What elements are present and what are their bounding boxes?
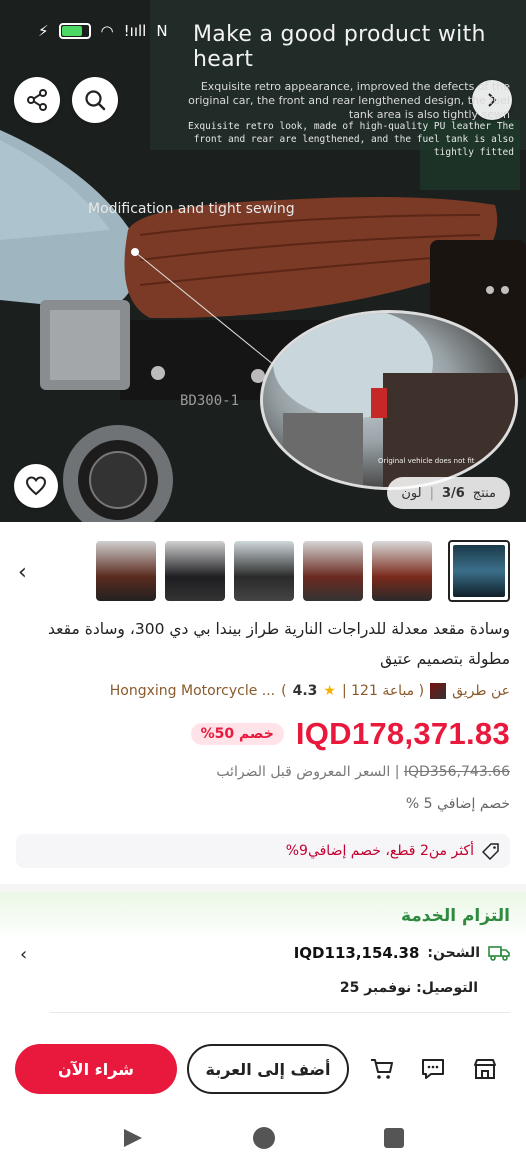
hero-description: Exquisite retro appearance, improved the… xyxy=(188,80,510,121)
thumbnail-strip xyxy=(0,539,526,603)
product-image-gallery[interactable]: BD300-1 ⚡ ◠ !ııll N Make a good product … xyxy=(0,0,526,522)
sold-count: ( مباعة 121 | xyxy=(341,683,425,699)
seller-row[interactable]: عن طريق ( مباعة 121 | ★ 4.3 ) Hongxing M… xyxy=(110,683,510,699)
truck-icon xyxy=(488,946,510,961)
counter-label: منتج xyxy=(472,485,496,501)
promo-text: أكثر من2 قطع، خصم إضافي9% xyxy=(285,843,474,859)
signal-icon: !ııll xyxy=(123,22,147,40)
tag-icon xyxy=(482,843,499,860)
thumbnail[interactable] xyxy=(303,541,363,601)
thumbnail[interactable] xyxy=(372,541,432,601)
wifi-icon: ◠ xyxy=(100,22,114,40)
thumbnail[interactable] xyxy=(96,541,156,601)
flash-icon: ⚡ xyxy=(38,22,49,40)
share-button[interactable] xyxy=(14,77,60,123)
store-icon xyxy=(474,1059,496,1079)
thumbnail-selected[interactable] xyxy=(448,540,510,602)
current-price: IQD178,371.83 xyxy=(295,716,510,751)
nav-back-button[interactable] xyxy=(122,1127,144,1153)
bulk-promo-banner[interactable]: أكثر من2 قطع، خصم إضافي9% xyxy=(16,834,510,868)
share-icon xyxy=(27,89,47,111)
cart-button[interactable] xyxy=(368,1055,396,1083)
chat-button[interactable] xyxy=(419,1055,447,1083)
hero-description-alt: Exquisite retro look, made of high-quali… xyxy=(187,121,514,158)
price-row: IQD178,371.83 خصم 50% xyxy=(190,716,510,752)
shipping-value: IQD113,154.38 xyxy=(293,944,420,962)
chat-icon xyxy=(422,1059,444,1079)
shipping-row[interactable]: الشحن: IQD113,154.38 xyxy=(294,944,510,962)
battery-icon xyxy=(58,23,91,39)
delivery-date: التوصيل: نوفمبر 25 xyxy=(339,980,478,996)
search-button[interactable] xyxy=(72,77,118,123)
original-price-row: IQD356,743.66 | السعر المعروض قبل الضرائ… xyxy=(216,764,510,780)
nfc-icon: N xyxy=(156,22,168,40)
status-bar: ⚡ ◠ !ııll N xyxy=(38,22,168,40)
store-button[interactable] xyxy=(471,1055,499,1083)
shipping-details-chevron[interactable]: ‹ xyxy=(20,944,27,965)
counter-value: 3/6 xyxy=(441,485,465,501)
image-counter: منتج 3/6 | لون xyxy=(387,477,510,509)
hero-headline: Make a good product with heart xyxy=(193,22,486,72)
rating-value: 4.3 xyxy=(292,683,318,699)
nav-recents-button[interactable] xyxy=(384,1128,404,1148)
buy-now-button[interactable]: شراء الآن xyxy=(15,1044,177,1094)
star-icon: ★ xyxy=(323,683,336,699)
product-title: وسادة مقعد معدلة للدراجات النارية طراز ب… xyxy=(48,620,510,668)
favorite-button[interactable] xyxy=(14,464,58,508)
seller-prefix: عن طريق xyxy=(452,683,510,699)
feature-callout: Modification and tight sewing xyxy=(88,201,295,217)
section-divider xyxy=(0,884,526,892)
thumbnail[interactable] xyxy=(165,541,225,601)
counter-variant: لون xyxy=(401,485,422,501)
add-to-cart-button[interactable]: أضف إلى العربة xyxy=(187,1044,349,1094)
row-divider xyxy=(50,1012,510,1013)
nav-home-button[interactable] xyxy=(253,1127,275,1149)
rating-close: ) xyxy=(281,683,287,699)
zoom-caption: Original vehicle does not fit xyxy=(378,457,475,465)
store-logo xyxy=(430,683,447,699)
thumbnail[interactable] xyxy=(234,541,294,601)
extra-discount: خصم إضافي 5 % xyxy=(405,796,510,812)
play-back-icon xyxy=(124,1129,142,1147)
cart-icon xyxy=(371,1059,393,1079)
service-title: التزام الخدمة xyxy=(400,906,510,926)
store-name[interactable]: Hongxing Motorcycle ... xyxy=(110,683,275,699)
original-price: IQD356,743.66 xyxy=(403,764,510,780)
discount-badge: خصم 50% xyxy=(190,723,284,745)
svg-text:BD300-1: BD300-1 xyxy=(180,393,239,409)
search-icon xyxy=(85,90,106,111)
shipping-label: الشحن: xyxy=(427,945,480,961)
counter-separator: | xyxy=(429,485,434,501)
original-price-label: | السعر المعروض قبل الضرائب xyxy=(216,764,400,780)
heart-icon xyxy=(25,476,47,496)
